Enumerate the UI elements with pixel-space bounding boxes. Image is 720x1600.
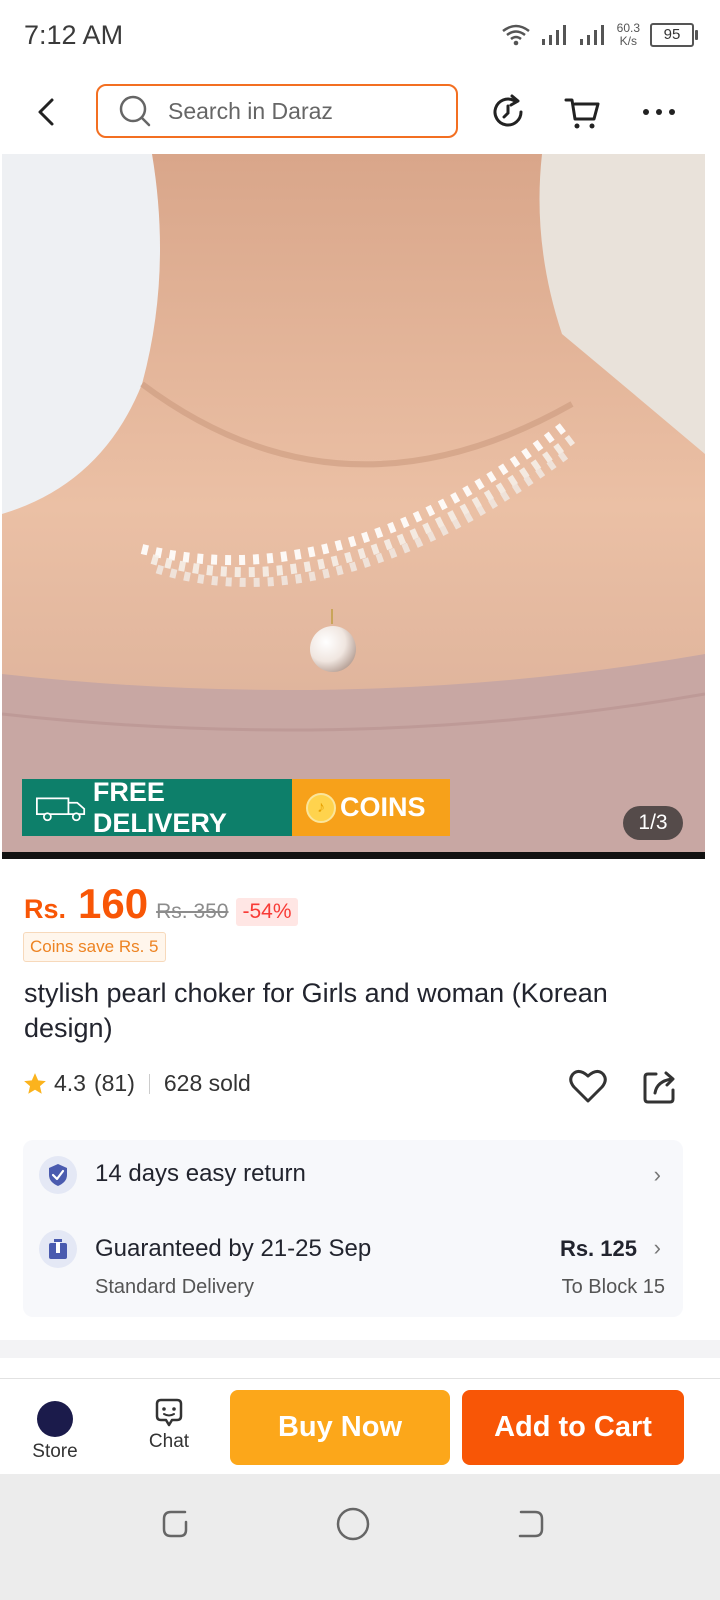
store-logo-icon xyxy=(37,1401,73,1437)
chat-icon xyxy=(155,1398,183,1427)
heart-icon xyxy=(569,1069,607,1103)
discount-badge: -54% xyxy=(236,898,298,926)
original-price: Rs. 350 xyxy=(156,900,229,923)
back-arrow-icon xyxy=(38,98,54,126)
rating-row[interactable]: 4.3 (81) 628 sold xyxy=(22,1070,251,1097)
delivery-type: Standard Delivery xyxy=(95,1276,254,1298)
return-policy-row[interactable]: 14 days easy return › xyxy=(23,1156,683,1196)
cart-button[interactable] xyxy=(563,92,603,132)
share-button[interactable] xyxy=(640,1066,680,1106)
history-button[interactable] xyxy=(488,92,528,132)
store-button[interactable]: Store xyxy=(10,1379,100,1475)
price-value: 160 xyxy=(78,880,149,927)
recent-apps-icon xyxy=(162,1510,188,1538)
system-nav-bar xyxy=(0,1474,720,1600)
network-speed-value: 60.3 xyxy=(616,21,640,35)
network-speed: 60.3 K/s xyxy=(617,22,640,48)
more-options-button[interactable] xyxy=(640,92,680,132)
signal-1-icon xyxy=(541,23,569,47)
product-image[interactable] xyxy=(2,154,705,859)
coins-badge: ♪ COINS xyxy=(292,779,450,836)
search-icon xyxy=(119,95,151,127)
free-delivery-badge: FREE DELIVERY xyxy=(22,776,292,838)
chevron-right-icon: › xyxy=(653,1235,661,1260)
shield-check-icon xyxy=(39,1156,77,1194)
buy-now-button[interactable]: Buy Now xyxy=(230,1390,450,1465)
back-button[interactable] xyxy=(30,94,66,130)
product-photo xyxy=(2,154,705,859)
product-title: stylish pearl choker for Girls and woman… xyxy=(24,978,608,1043)
nav-recent-apps-button[interactable] xyxy=(158,1504,198,1544)
section-separator xyxy=(0,1340,720,1358)
home-circle-icon xyxy=(336,1507,370,1541)
network-speed-unit: K/s xyxy=(619,34,637,48)
cart-icon xyxy=(564,98,600,129)
wishlist-button[interactable] xyxy=(568,1066,608,1106)
truck-icon xyxy=(36,796,86,821)
status-time: 7:12 AM xyxy=(24,20,124,50)
chevron-right-icon: › xyxy=(653,1162,661,1187)
service-card: 14 days easy return › Guaranteed by 21-2… xyxy=(23,1140,683,1317)
price-currency: Rs. xyxy=(24,894,67,924)
star-icon xyxy=(24,1072,46,1094)
status-bar: 7:12 AM 60.3 K/s 95 xyxy=(0,0,720,72)
wifi-icon xyxy=(501,23,531,47)
free-delivery-label: FREE DELIVERY xyxy=(92,776,227,838)
rating-value: 4.3 xyxy=(54,1070,86,1096)
delivery-box-icon xyxy=(39,1230,77,1268)
more-options-icon xyxy=(643,109,675,115)
gallery-divider xyxy=(2,852,705,859)
nav-back-icon xyxy=(518,1510,544,1538)
add-to-cart-button[interactable]: Add to Cart xyxy=(462,1390,684,1465)
coin-icon: ♪ xyxy=(306,792,336,823)
delivery-fee: Rs. 125 xyxy=(559,1236,637,1261)
battery-icon: 95 xyxy=(650,23,698,47)
signal-2-icon xyxy=(579,23,607,47)
price-row: Rs. 160 Rs. 350 -54% xyxy=(24,880,298,928)
coins-save-tag: Coins save Rs. 5 xyxy=(23,932,166,962)
search-input[interactable] xyxy=(166,96,430,126)
nav-home-button[interactable] xyxy=(333,1504,373,1544)
chat-button[interactable]: Chat xyxy=(124,1379,214,1475)
nav-back-button[interactable] xyxy=(508,1504,548,1544)
return-policy-text: 14 days easy return xyxy=(95,1160,306,1187)
store-label: Store xyxy=(32,1441,78,1462)
chat-label: Chat xyxy=(148,1431,190,1452)
search-bar[interactable] xyxy=(96,84,458,138)
coins-label: COINS xyxy=(340,792,426,822)
refresh-history-icon xyxy=(493,94,523,127)
delivery-destination: To Block 15 xyxy=(561,1276,665,1298)
delivery-guarantee-text: Guaranteed by 21-25 Sep xyxy=(95,1235,372,1262)
image-counter: 1/3 xyxy=(623,806,683,840)
bottom-action-bar: Store Chat Buy Now Add to Cart xyxy=(0,1378,720,1475)
delivery-row[interactable]: Guaranteed by 21-25 Sep Standard Deliver… xyxy=(23,1230,683,1300)
status-icons: 60.3 K/s 95 xyxy=(501,22,698,48)
top-header xyxy=(0,72,720,154)
share-icon xyxy=(643,1071,675,1104)
rating-divider xyxy=(148,1073,150,1094)
promo-banner: FREE DELIVERY ♪ COINS xyxy=(22,776,450,838)
sold-count: 628 sold xyxy=(163,1070,251,1096)
rating-count: (81) xyxy=(93,1070,135,1096)
